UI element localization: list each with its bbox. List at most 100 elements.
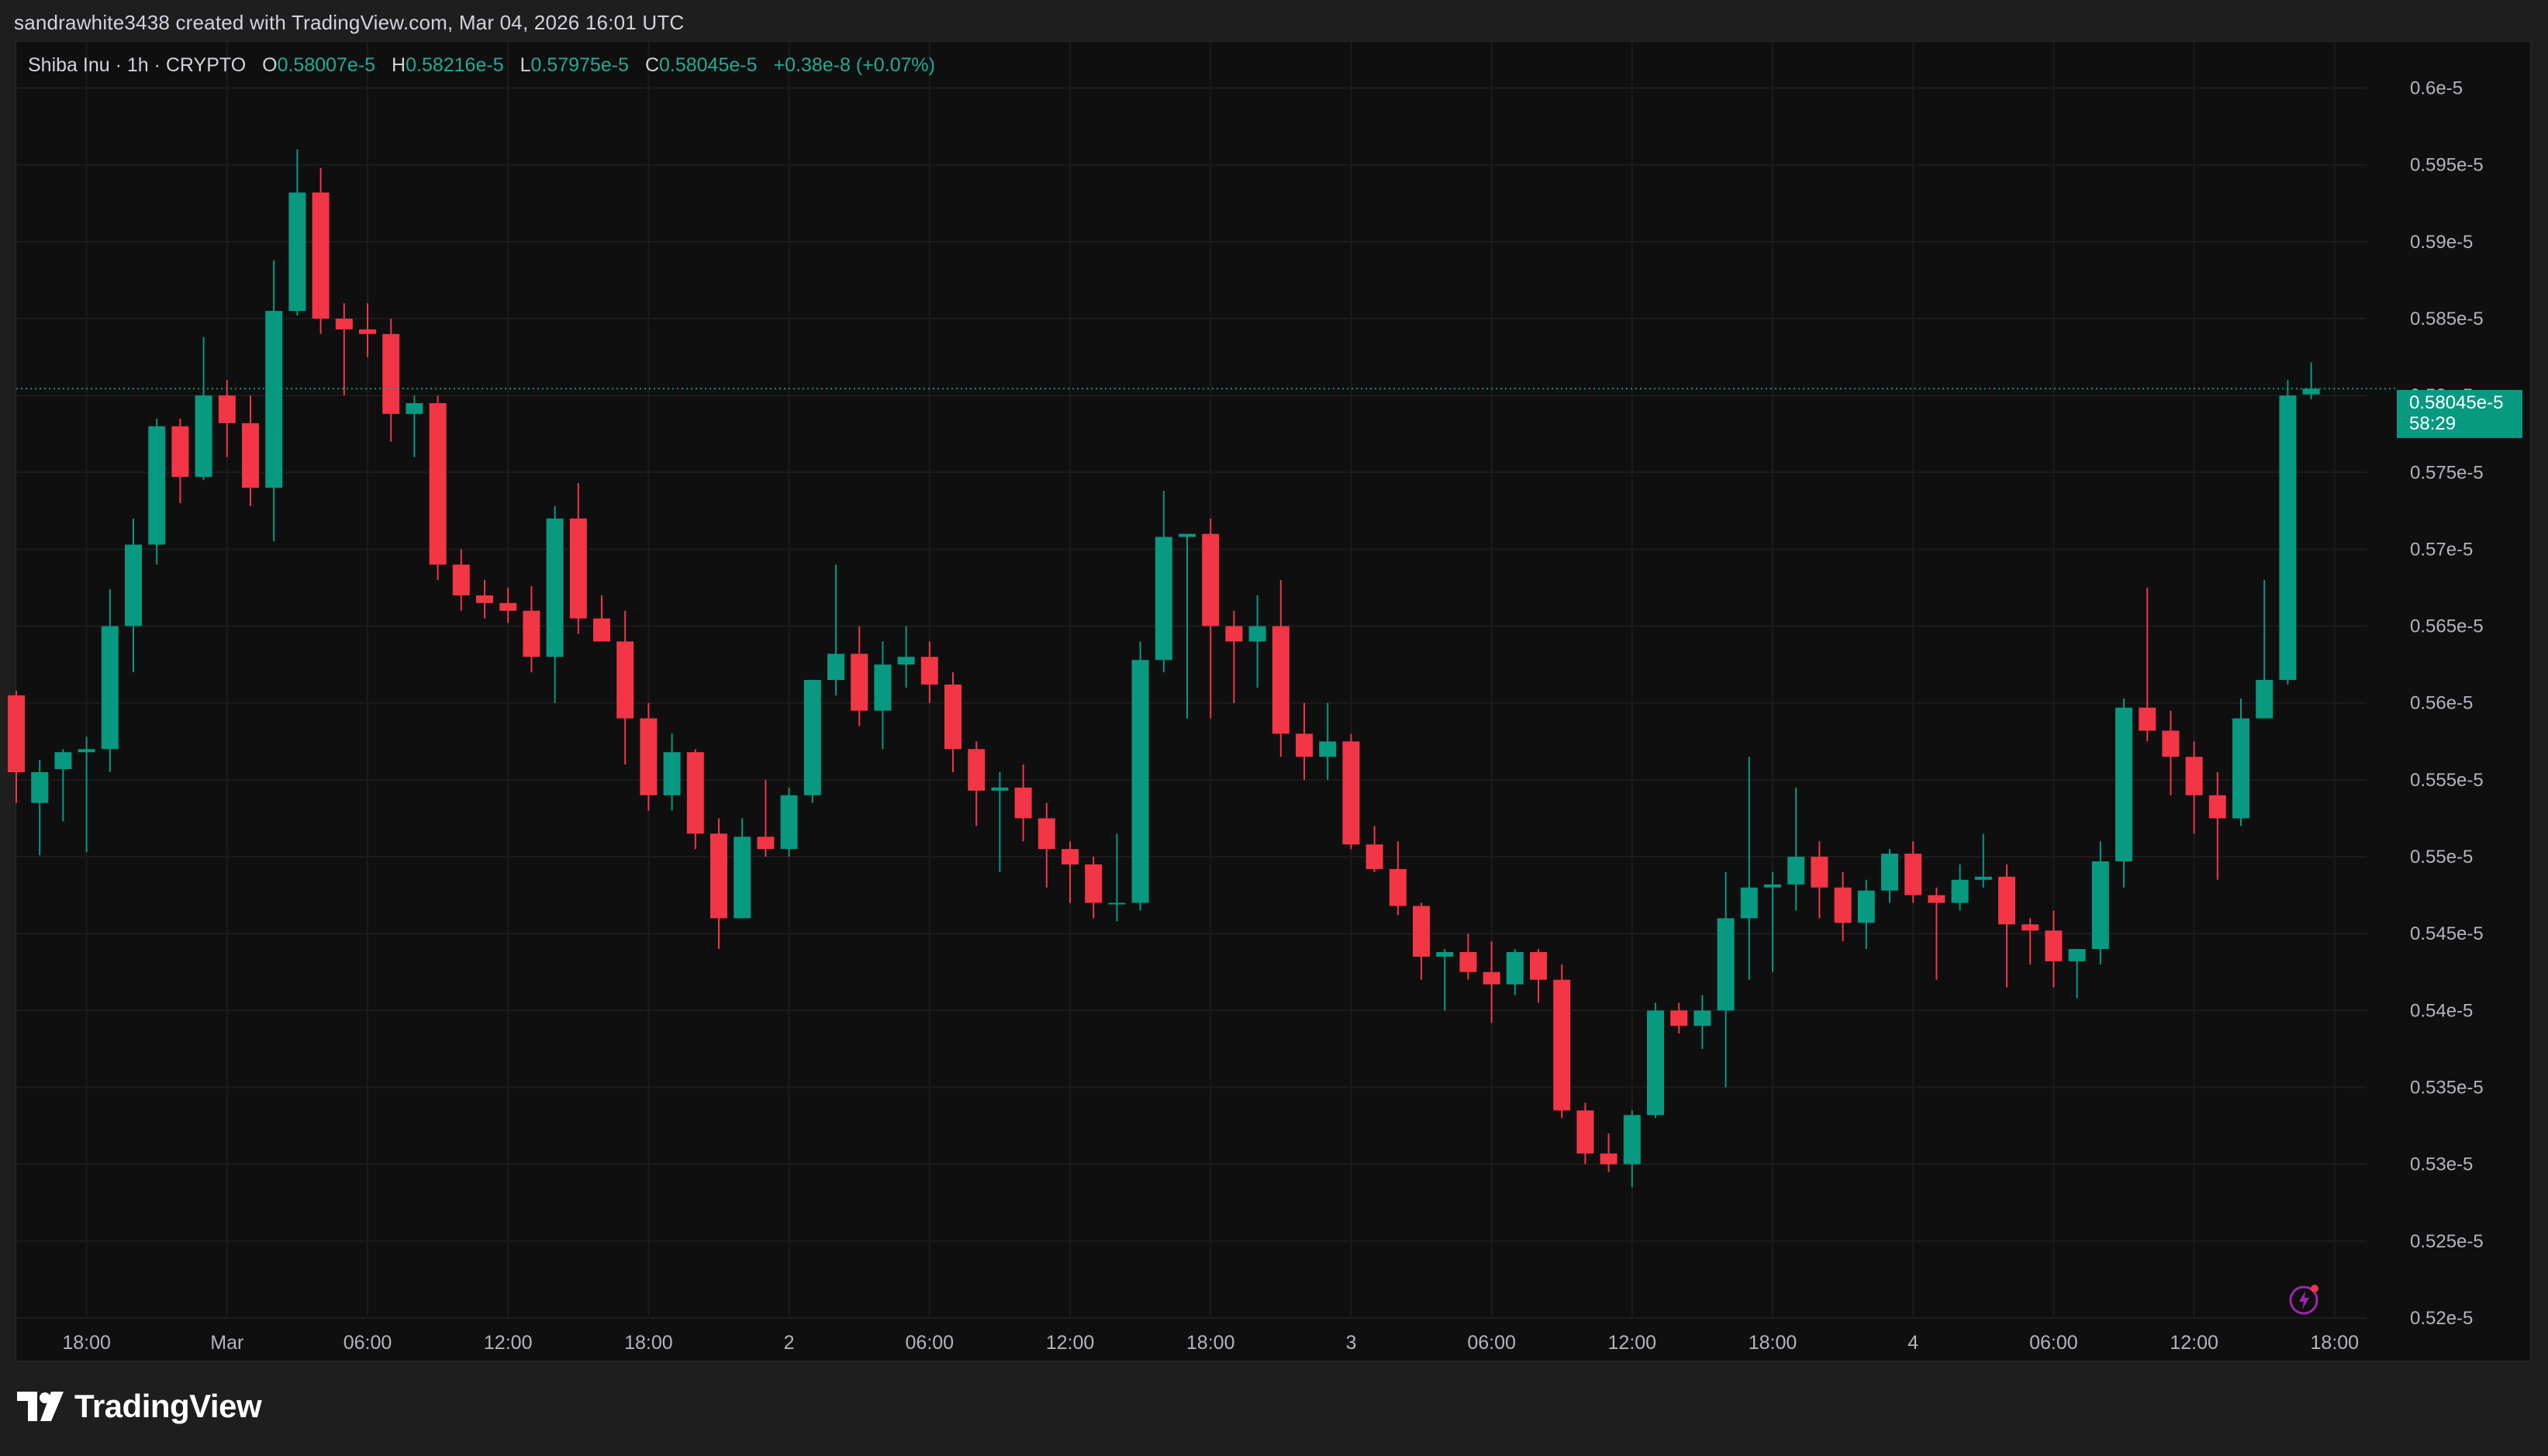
- candle-body: [8, 695, 25, 772]
- candle-body: [827, 654, 844, 680]
- bar-countdown: 58:29: [2409, 413, 2457, 434]
- candle-body: [31, 771, 49, 803]
- y-tick-label: 0.545e-5: [2410, 923, 2484, 944]
- candle-body: [1179, 533, 1196, 537]
- candle-body: [1459, 952, 1477, 972]
- candle-body: [874, 664, 892, 711]
- x-tick-label: 06:00: [906, 1332, 955, 1354]
- candle-body: [499, 602, 517, 611]
- candle-body: [780, 795, 798, 850]
- candle-body: [1764, 884, 1781, 888]
- tradingview-logo[interactable]: TradingView: [17, 1388, 262, 1425]
- candle-body: [1717, 918, 1735, 1011]
- candle-body: [429, 403, 447, 565]
- y-tick-label: 0.56e-5: [2410, 693, 2473, 714]
- candle-body: [663, 752, 681, 795]
- candle-body: [1834, 887, 1852, 923]
- y-tick-label: 0.565e-5: [2410, 616, 2484, 637]
- candles: [8, 149, 2320, 1188]
- candle-body: [2045, 930, 2063, 961]
- candle-body: [2232, 718, 2249, 819]
- x-tick-label: 06:00: [344, 1332, 392, 1354]
- x-tick-label: 3: [1345, 1332, 1356, 1354]
- candle-body: [897, 657, 915, 665]
- candle-body: [569, 518, 587, 619]
- y-tick-label: 0.55e-5: [2410, 847, 2473, 868]
- candle-body: [125, 544, 142, 626]
- y-tick-label: 0.6e-5: [2410, 78, 2463, 98]
- candle-body: [2091, 861, 2109, 950]
- candle-body: [2302, 388, 2320, 395]
- y-tick-label: 0.59e-5: [2410, 232, 2473, 253]
- candle-body: [944, 684, 962, 750]
- candle-body: [1202, 533, 1220, 626]
- candle-body: [1248, 626, 1266, 642]
- candle-body: [1740, 887, 1758, 919]
- symbol-label[interactable]: Shiba Inu · 1h · CRYPTO: [28, 54, 246, 76]
- candle-body: [1787, 857, 1805, 885]
- candle-body: [2115, 707, 2132, 862]
- x-tick-label: 18:00: [624, 1332, 673, 1354]
- x-tick-label: 18:00: [2311, 1332, 2360, 1354]
- candle-body: [757, 837, 775, 850]
- candlestick-chart[interactable]: 0.6e-50.595e-50.59e-50.585e-50.58e-50.57…: [0, 0, 2548, 1456]
- candle-body: [2256, 680, 2274, 719]
- candle-body: [1225, 626, 1243, 642]
- candle-body: [1904, 854, 1922, 895]
- candle-body: [1600, 1153, 1618, 1164]
- x-tick-label: 18:00: [62, 1332, 111, 1354]
- high-value: 0.58216e-5: [406, 54, 504, 76]
- y-tick-label: 0.595e-5: [2410, 155, 2484, 176]
- candle-body: [2279, 395, 2297, 680]
- candle-body: [1365, 844, 1383, 869]
- candle-body: [803, 680, 821, 795]
- candle-body: [54, 752, 72, 770]
- x-tick-label: 18:00: [1186, 1332, 1235, 1354]
- candle-body: [1296, 733, 1313, 757]
- last-price-value: 0.58045e-5: [2409, 392, 2504, 413]
- y-axis[interactable]: 0.6e-50.595e-50.59e-50.585e-50.58e-50.57…: [2410, 78, 2484, 1329]
- candle-body: [968, 749, 986, 791]
- candle-body: [2139, 707, 2156, 731]
- y-tick-label: 0.535e-5: [2410, 1078, 2484, 1099]
- high-label: H: [392, 54, 406, 76]
- candle-body: [1506, 952, 1524, 985]
- x-tick-label: 12:00: [484, 1332, 533, 1354]
- candle-body: [312, 192, 330, 319]
- open-label: O: [262, 54, 278, 76]
- candle-body: [1530, 952, 1547, 980]
- candle-body: [1974, 876, 1992, 880]
- candle-body: [1693, 1010, 1711, 1026]
- candle-body: [1155, 537, 1172, 661]
- x-tick-label: 12:00: [1608, 1332, 1657, 1354]
- x-tick-label: 2: [784, 1332, 795, 1354]
- candle-body: [148, 426, 166, 545]
- x-tick-label: Mar: [210, 1332, 243, 1354]
- candle-body: [1951, 879, 1969, 903]
- last-price-label: 0.58045e-5 58:29: [2397, 390, 2522, 438]
- lightning-icon[interactable]: [2288, 1282, 2322, 1316]
- candle-body: [1085, 864, 1103, 903]
- y-tick-label: 0.575e-5: [2410, 462, 2484, 483]
- candle-body: [1647, 1010, 1664, 1116]
- candle-body: [476, 595, 493, 603]
- x-tick-label: 4: [1908, 1332, 1918, 1354]
- candle-body: [851, 654, 868, 711]
- candle-body: [382, 333, 400, 414]
- candle-body: [288, 192, 306, 312]
- grid: [16, 42, 2367, 1319]
- candle-body: [1881, 854, 1898, 891]
- candle-body: [546, 518, 564, 657]
- candle-body: [1389, 868, 1407, 906]
- y-tick-label: 0.53e-5: [2410, 1154, 2473, 1175]
- x-tick-label: 12:00: [1046, 1332, 1095, 1354]
- candle-body: [1131, 660, 1149, 903]
- candle-body: [1014, 787, 1032, 819]
- candle-body: [242, 423, 259, 488]
- x-tick-label: 12:00: [2170, 1332, 2218, 1354]
- candle-body: [218, 395, 236, 423]
- candle-body: [640, 718, 658, 795]
- candle-body: [2021, 924, 2039, 931]
- x-tick-label: 06:00: [2029, 1332, 2078, 1354]
- x-axis[interactable]: 18:00 Mar 06:00 12:00 18:00 2 06:00 12:00 18:00 3…: [62, 1332, 2359, 1354]
